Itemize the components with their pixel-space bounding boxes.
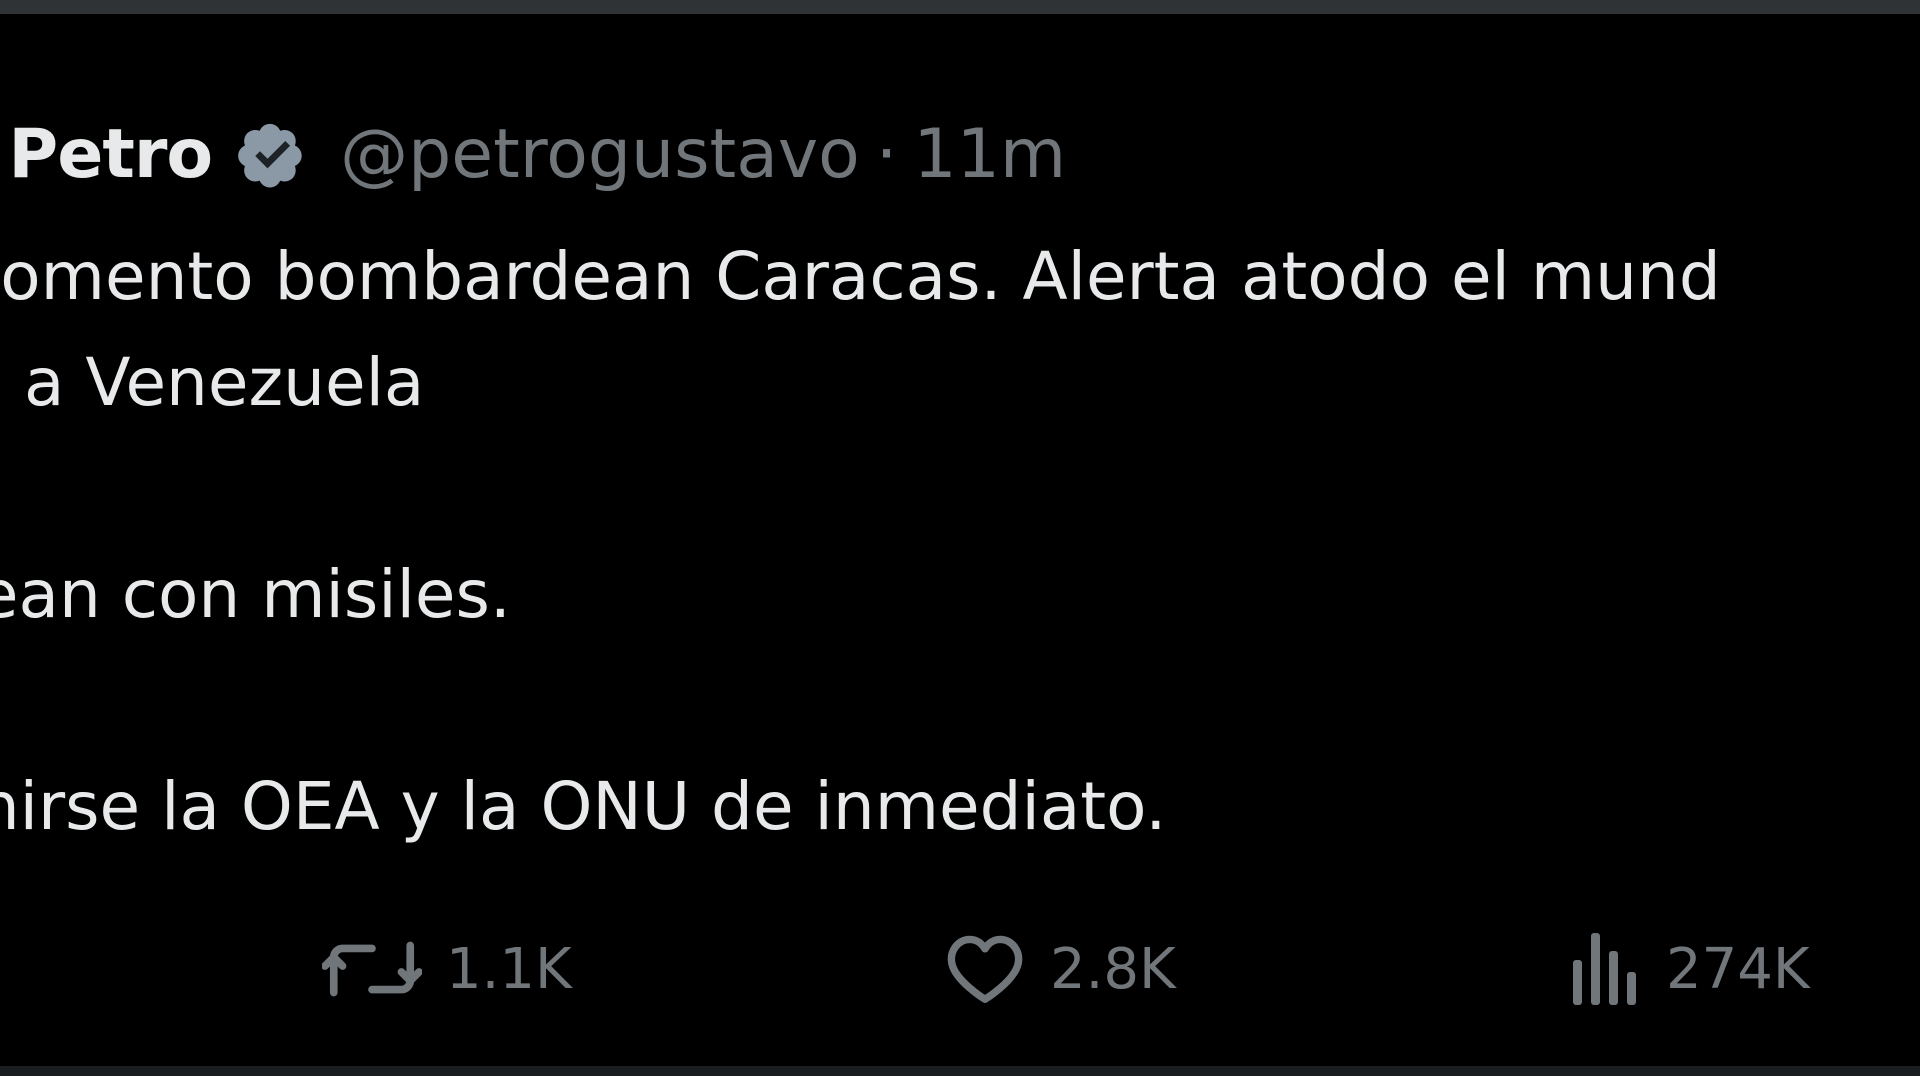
verified-badge-icon <box>232 113 314 195</box>
retweet-count: 1.1K <box>446 936 572 1002</box>
top-border <box>0 0 1920 14</box>
separator-dot: · <box>875 114 898 194</box>
bottom-border <box>0 1066 1920 1076</box>
tweet-header: o Petro @petrogustavo · 11m <box>0 104 1066 204</box>
retweet-button[interactable]: 1.1K <box>322 914 572 1024</box>
tweet[interactable]: o Petro @petrogustavo · 11m momento bomb… <box>0 14 1920 1076</box>
heart-icon <box>944 932 1026 1006</box>
like-count: 2.8K <box>1050 936 1176 1002</box>
tweet-text-line: unirse la OEA y la ONU de inmediato. <box>0 768 1167 845</box>
views-button[interactable]: 274K <box>1570 914 1810 1024</box>
tweet-timestamp[interactable]: 11m <box>913 115 1066 194</box>
tweet-text-line: a Venezuela <box>24 344 425 421</box>
tweet-text-line: dean con misiles. <box>0 556 511 633</box>
views-count: 274K <box>1666 936 1810 1002</box>
like-button[interactable]: 2.8K <box>944 914 1176 1024</box>
author-display-name[interactable]: o Petro <box>0 115 213 194</box>
tweet-actions: 1.1K 2.8K 274K <box>0 914 1920 1024</box>
tweet-text-line: momento bombardean Caracas. Alerta atodo… <box>0 238 1721 315</box>
retweet-icon <box>322 932 422 1006</box>
tweet-text: momento bombardean Caracas. Alerta atodo… <box>0 224 1920 860</box>
author-handle[interactable]: @petrogustavo <box>340 115 860 194</box>
views-chart-icon <box>1570 929 1642 1009</box>
